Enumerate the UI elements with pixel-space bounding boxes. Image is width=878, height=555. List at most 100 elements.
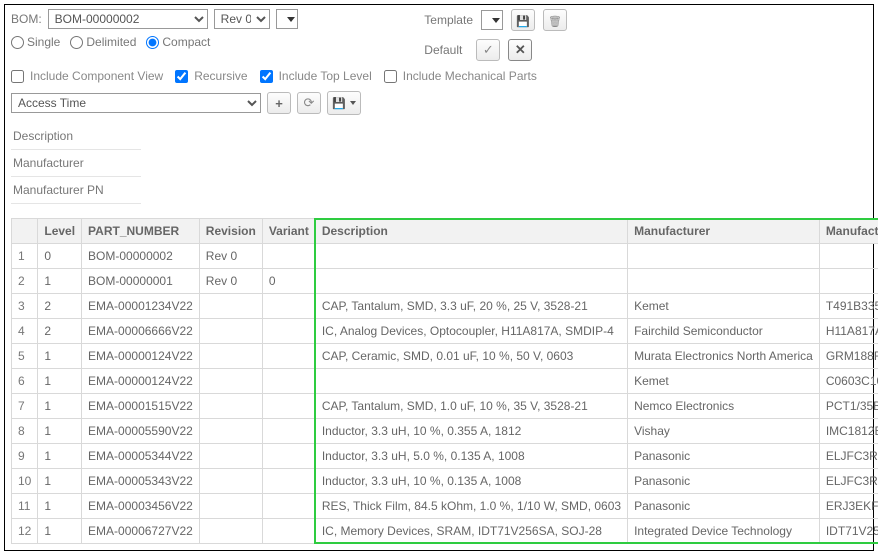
cell: C0603C103K5RAC xyxy=(819,369,878,394)
column-header[interactable]: Level xyxy=(38,219,82,244)
cell xyxy=(315,244,627,269)
cell: 1 xyxy=(38,269,82,294)
corner-header xyxy=(12,219,38,244)
cell: IMC1812ER3R3K xyxy=(819,419,878,444)
chevron-down-icon xyxy=(492,18,500,23)
row-number: 9 xyxy=(12,444,38,469)
table-row[interactable]: 21BOM-00000001Rev 00 xyxy=(12,269,878,294)
template-delete-button[interactable] xyxy=(543,9,567,31)
cell: Integrated Device Technology xyxy=(628,519,820,544)
cell xyxy=(262,294,315,319)
table-row[interactable]: 32EMA-00001234V22CAP, Tantalum, SMD, 3.3… xyxy=(12,294,878,319)
check-recursive[interactable]: Recursive xyxy=(175,69,247,83)
table-row[interactable]: 121EMA-00006727V22IC, Memory Devices, SR… xyxy=(12,519,878,544)
cell: Murata Electronics North America xyxy=(628,344,820,369)
table-row[interactable]: 111EMA-00003456V22RES, Thick Film, 84.5 … xyxy=(12,494,878,519)
column-header[interactable]: Manufacturer xyxy=(628,219,820,244)
table-row[interactable]: 71EMA-00001515V22CAP, Tantalum, SMD, 1.0… xyxy=(12,394,878,419)
cell xyxy=(315,269,627,294)
check-include-mechanical[interactable]: Include Mechanical Parts xyxy=(384,69,537,83)
default-label: Default xyxy=(424,43,462,57)
cell: 0 xyxy=(38,244,82,269)
add-property-button[interactable] xyxy=(267,92,291,114)
cell xyxy=(262,519,315,544)
cell: 2 xyxy=(38,319,82,344)
cell: EMA-00000124V22 xyxy=(82,344,200,369)
cell: Panasonic xyxy=(628,444,820,469)
check-include-top-level[interactable]: Include Top Level xyxy=(260,69,372,83)
rev-select[interactable]: Rev 0 xyxy=(214,9,270,29)
cell xyxy=(199,494,262,519)
property-item[interactable]: Description xyxy=(11,123,141,150)
cell xyxy=(199,419,262,444)
default-apply-button[interactable] xyxy=(476,39,500,61)
radio-delimited[interactable]: Delimited xyxy=(70,35,136,49)
save-icon xyxy=(332,97,346,110)
cell: PCT1/35BKLF xyxy=(819,394,878,419)
row-number: 4 xyxy=(12,319,38,344)
radio-compact[interactable]: Compact xyxy=(146,35,210,49)
bom-label: BOM: xyxy=(11,12,42,26)
cell: ELJFC3R3KF xyxy=(819,469,878,494)
cell: Fairchild Semiconductor xyxy=(628,319,820,344)
table-row[interactable]: 51EMA-00000124V22CAP, Ceramic, SMD, 0.01… xyxy=(12,344,878,369)
cell: 2 xyxy=(38,294,82,319)
refresh-button[interactable] xyxy=(297,92,321,114)
cell: Nemco Electronics xyxy=(628,394,820,419)
plus-icon xyxy=(275,96,283,111)
cell: Kemet xyxy=(628,294,820,319)
cell xyxy=(199,344,262,369)
cell: Rev 0 xyxy=(199,269,262,294)
property-select[interactable]: Access Time xyxy=(11,93,261,113)
column-header[interactable]: Description xyxy=(315,219,627,244)
cell: 1 xyxy=(38,369,82,394)
check-icon xyxy=(483,42,494,58)
row-number: 5 xyxy=(12,344,38,369)
export-menu-button[interactable] xyxy=(327,91,361,115)
cell xyxy=(628,269,820,294)
cell xyxy=(819,269,878,294)
cell xyxy=(628,244,820,269)
cell xyxy=(262,244,315,269)
column-header[interactable]: PART_NUMBER xyxy=(82,219,200,244)
table-row[interactable]: 101EMA-00005343V22Inductor, 3.3 uH, 10 %… xyxy=(12,469,878,494)
table-row[interactable]: 10BOM-00000002Rev 0 xyxy=(12,244,878,269)
template-select[interactable] xyxy=(481,10,503,30)
cell: Panasonic xyxy=(628,469,820,494)
refresh-icon xyxy=(304,95,315,111)
cell: T491B335M025AT xyxy=(819,294,878,319)
column-header[interactable]: Manufacturer PN xyxy=(819,219,878,244)
cell: EMA-00000124V22 xyxy=(82,369,200,394)
template-save-button[interactable] xyxy=(511,9,535,31)
row-number: 11 xyxy=(12,494,38,519)
cell xyxy=(262,419,315,444)
column-header[interactable]: Revision xyxy=(199,219,262,244)
trash-icon xyxy=(548,13,562,28)
cell xyxy=(262,319,315,344)
template-label: Template xyxy=(424,13,473,27)
save-icon xyxy=(516,13,530,28)
cell: EMA-00005344V22 xyxy=(82,444,200,469)
cell xyxy=(262,369,315,394)
property-item[interactable]: Manufacturer xyxy=(11,150,141,177)
bom-select[interactable]: BOM-00000002 xyxy=(48,9,208,29)
cell: H11A817AS xyxy=(819,319,878,344)
cell xyxy=(315,369,627,394)
cell: BOM-00000001 xyxy=(82,269,200,294)
bom-table: LevelPART_NUMBERRevisionVariantDescripti… xyxy=(11,218,878,544)
variant-select[interactable] xyxy=(276,9,298,29)
check-include-component-view[interactable]: Include Component View xyxy=(11,69,163,83)
table-row[interactable]: 42EMA-00006666V22IC, Analog Devices, Opt… xyxy=(12,319,878,344)
cell xyxy=(199,369,262,394)
table-row[interactable]: 81EMA-00005590V22Inductor, 3.3 uH, 10 %,… xyxy=(12,419,878,444)
cell xyxy=(199,394,262,419)
cell: Rev 0 xyxy=(199,244,262,269)
property-item[interactable]: Manufacturer PN xyxy=(11,177,141,204)
cell: EMA-00001234V22 xyxy=(82,294,200,319)
table-row[interactable]: 61EMA-00000124V22KemetC0603C103K5RAC xyxy=(12,369,878,394)
row-number: 1 xyxy=(12,244,38,269)
table-row[interactable]: 91EMA-00005344V22Inductor, 3.3 uH, 5.0 %… xyxy=(12,444,878,469)
default-clear-button[interactable] xyxy=(508,39,532,61)
radio-single[interactable]: Single xyxy=(11,35,60,49)
column-header[interactable]: Variant xyxy=(262,219,315,244)
